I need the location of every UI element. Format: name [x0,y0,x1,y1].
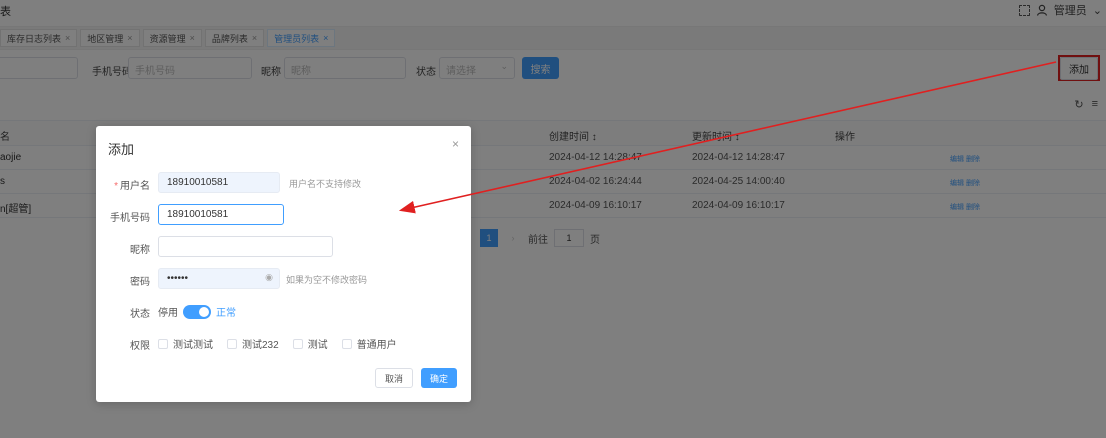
perm-checkbox[interactable]: 普通用户 [341,336,397,351]
password-label: 密码 [130,277,150,288]
nick-input[interactable] [158,236,333,257]
perm-checkbox[interactable]: 测试232 [227,336,279,351]
nick-label: 昵称 [130,245,150,256]
phone-label: 手机号码 [110,213,150,224]
perm-row: 权限 测试测试 测试232 测试 普通用户 [96,332,471,354]
username-input[interactable]: 18910010581 [158,172,280,193]
status-switch-group: 停用 正常 [158,304,236,319]
username-label: * 用户名 [114,181,150,192]
dialog-title: 添加 [108,142,135,157]
perm-checkbox[interactable]: 测试测试 [158,336,213,351]
status-row: 状态 停用 正常 [96,300,471,322]
status-off-label: 停用 [158,308,178,319]
nick-row: 昵称 [96,236,471,258]
username-row: * 用户名 18910010581 用户名不支持修改 [96,172,471,194]
confirm-button[interactable]: 确定 [420,368,457,388]
status-label: 状态 [130,309,150,320]
eye-icon[interactable]: ◉ [265,272,273,283]
status-toggle[interactable] [183,304,211,319]
dialog-footer: 取消 确定 [374,368,457,388]
perm-checkbox-group: 测试测试 测试232 测试 普通用户 [158,336,397,351]
cancel-button[interactable]: 取消 [374,368,413,388]
username-hint: 用户名不支持修改 [289,179,362,189]
status-on-label: 正常 [216,308,236,319]
password-input[interactable]: •••••• ◉ [158,268,280,289]
perm-label: 权限 [130,341,150,352]
phone-input[interactable]: 18910010581 [158,204,284,225]
add-user-dialog: 添加 × * 用户名 18910010581 用户名不支持修改 手机号码 1891… [96,126,471,402]
phone-row: 手机号码 18910010581 [96,204,471,226]
perm-checkbox[interactable]: 测试 [292,336,328,351]
password-row: 密码 •••••• ◉ 如果为空不修改密码 [96,268,471,290]
close-icon[interactable]: × [452,137,459,151]
password-hint: 如果为空不修改密码 [286,275,368,285]
